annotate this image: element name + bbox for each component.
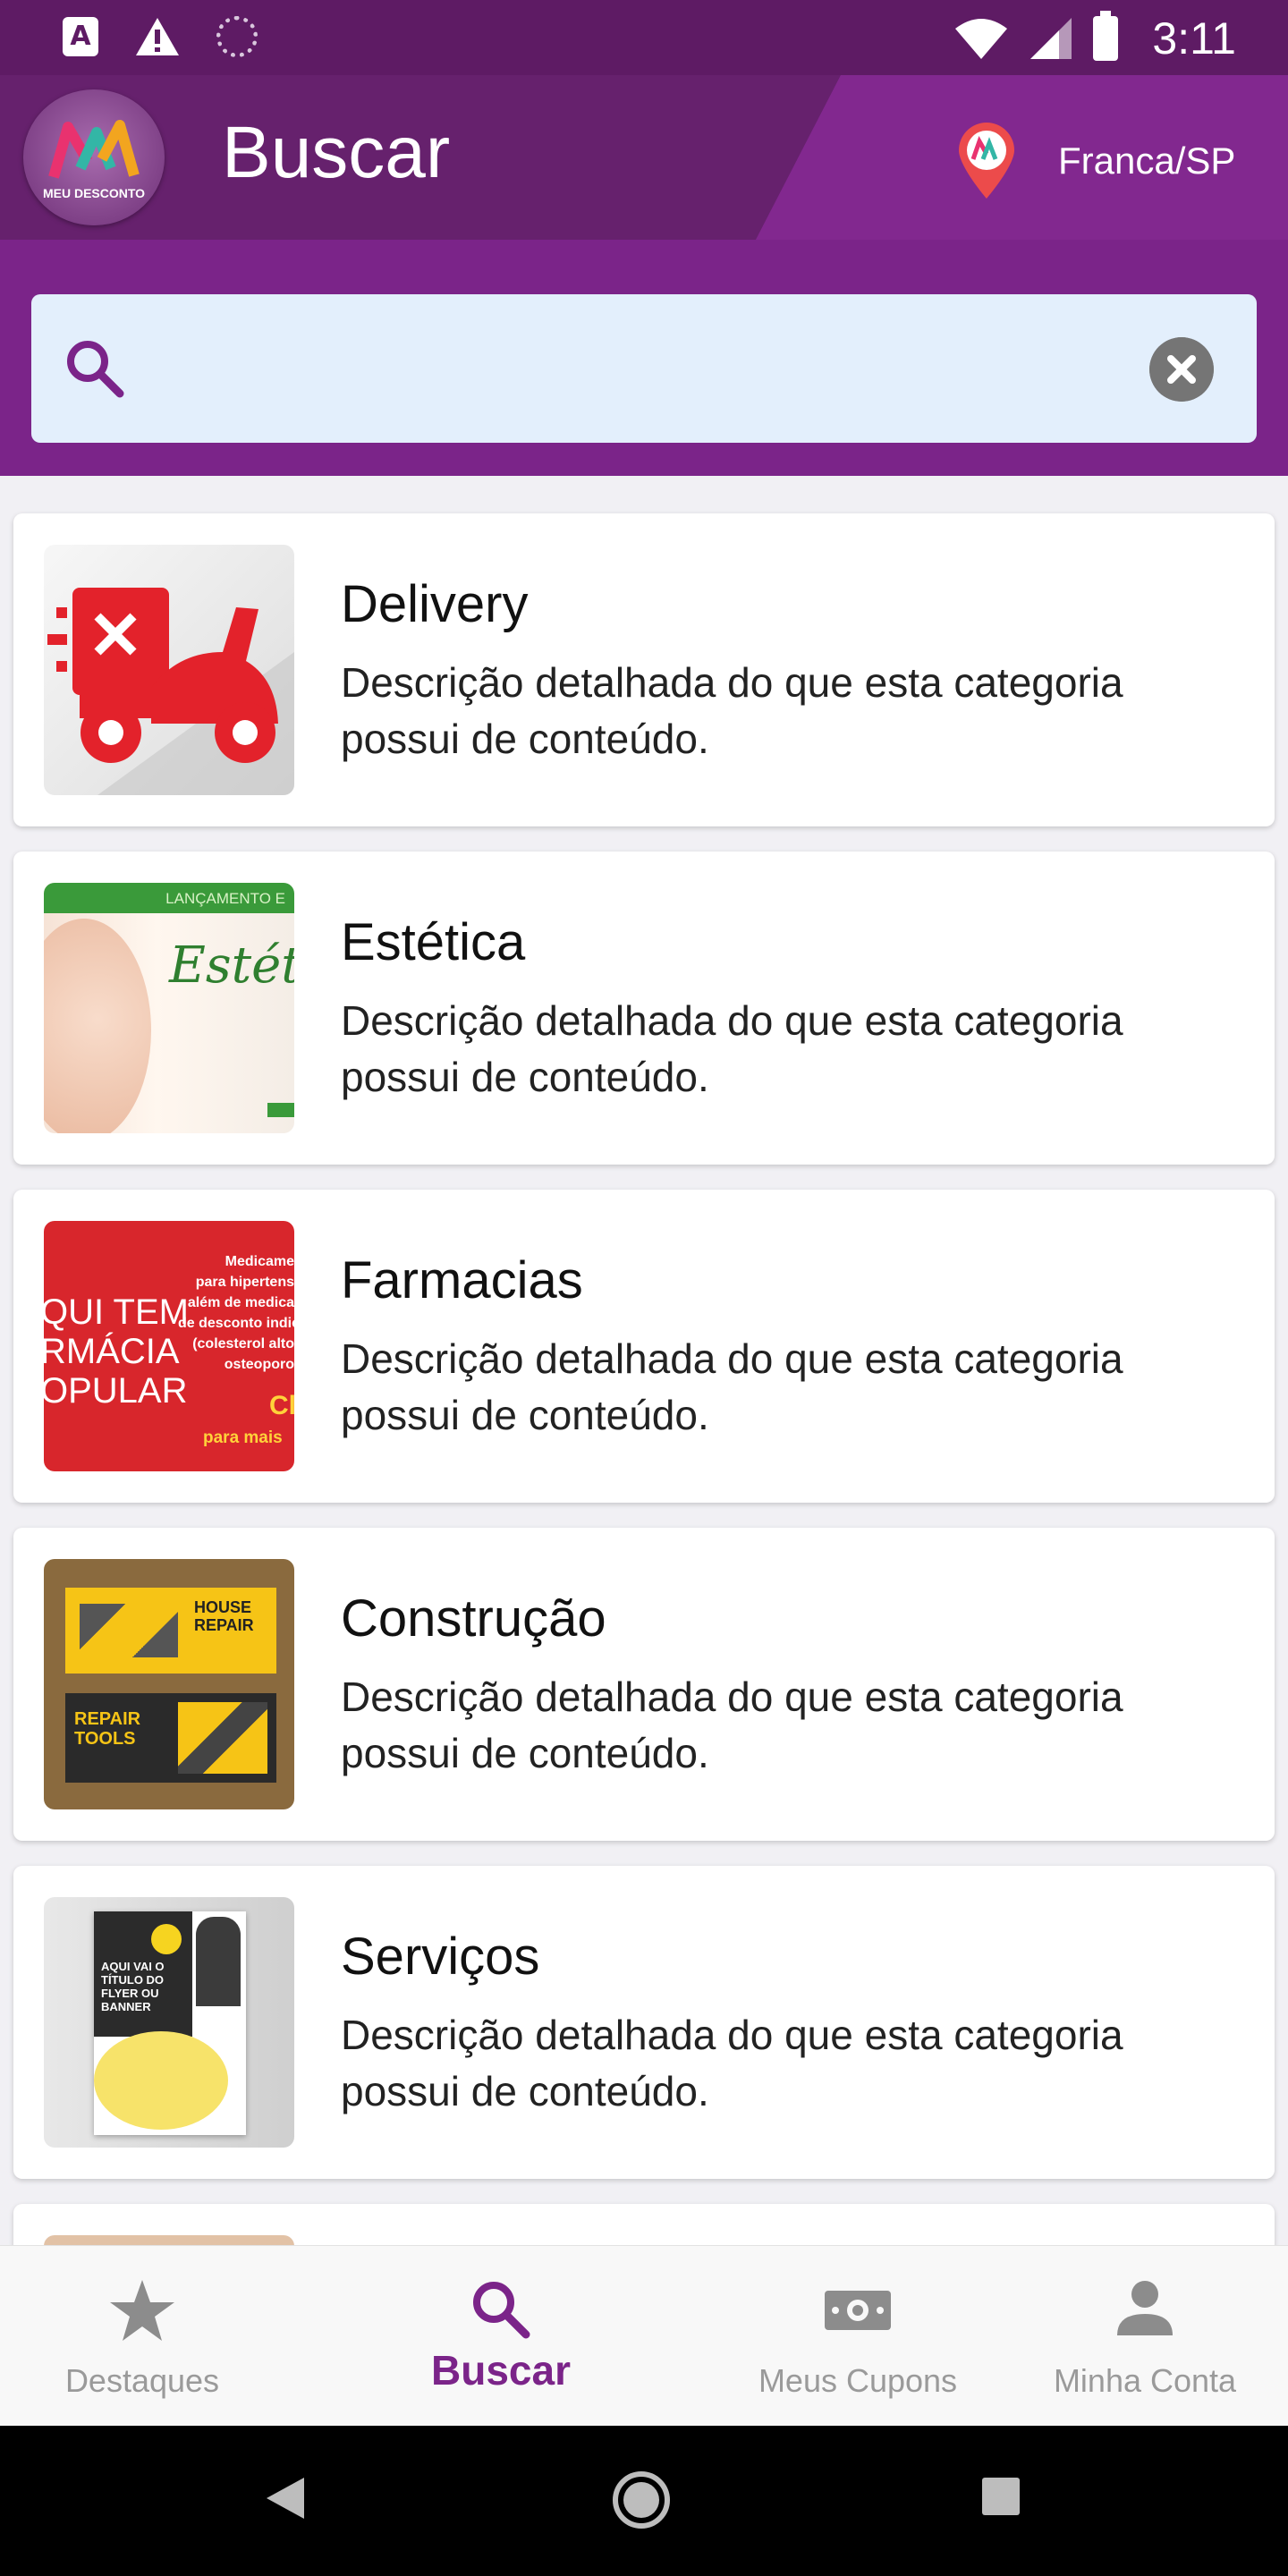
nav-label: Buscar xyxy=(431,2347,571,2394)
category-image-delivery xyxy=(44,545,294,795)
warning-icon xyxy=(136,18,179,55)
farmacia-right-text: Medicame para hipertens além de medica d… xyxy=(178,1254,294,1372)
sync-icon xyxy=(216,16,258,57)
app-header: MEU DESCONTO Buscar Franca/SP xyxy=(0,75,1288,476)
star-icon xyxy=(110,2280,174,2341)
battery-icon xyxy=(1093,11,1119,61)
nav-label: Meus Cupons xyxy=(758,2362,958,2399)
page-title: Buscar xyxy=(222,112,451,193)
farmacia-left-text: QUI TEM RMÁCIA OPULAR xyxy=(44,1292,189,1411)
nav-buscar[interactable]: Buscar xyxy=(358,2246,644,2427)
nav-destaques[interactable]: Destaques xyxy=(0,2246,284,2427)
category-title: Estética xyxy=(341,913,526,971)
search-icon xyxy=(473,2282,530,2339)
category-card-delivery[interactable]: Delivery Descrição detalhada do que esta… xyxy=(13,513,1275,826)
cell-signal-icon xyxy=(1030,18,1072,59)
category-description: Descrição detalhada do que esta categori… xyxy=(341,659,1123,762)
delivery-scooter-icon xyxy=(47,588,294,795)
status-bar: A 3:11 xyxy=(0,0,1288,75)
person-icon xyxy=(1117,2281,1173,2335)
recents-icon[interactable] xyxy=(980,2476,1021,2517)
category-description: Descrição detalhada do que esta categori… xyxy=(341,997,1123,1100)
category-card-construcao[interactable]: HOUSE REPAIR REPAIR TOOLS Construção Des… xyxy=(13,1528,1275,1841)
category-image-construcao: HOUSE REPAIR REPAIR TOOLS xyxy=(44,1559,294,1809)
category-title: Serviços xyxy=(341,1928,540,1986)
category-title: Farmacias xyxy=(341,1251,583,1309)
location-pin-icon[interactable] xyxy=(955,122,1018,200)
wifi-icon xyxy=(955,19,1008,59)
category-card-servicos[interactable]: AQUI VAI O TÍTULO DO FLYER OU BANNER Ser… xyxy=(13,1866,1275,2179)
category-title: Delivery xyxy=(341,575,529,633)
nav-minha-conta[interactable]: Minha Conta xyxy=(1011,2246,1279,2427)
category-image-estetica: LANÇAMENTO E Estéti xyxy=(44,883,294,1133)
category-title: Construção xyxy=(341,1589,606,1648)
home-icon[interactable] xyxy=(612,2470,671,2529)
category-description: Descrição detalhada do que esta categori… xyxy=(341,1335,1123,1438)
category-card-estetica[interactable]: LANÇAMENTO E Estéti Estética Descrição d… xyxy=(13,852,1275,1165)
search-bar xyxy=(31,294,1257,443)
logo-mark-icon xyxy=(48,120,140,179)
category-description: Descrição detalhada do que esta categori… xyxy=(341,2012,1123,2114)
nav-meus-cupons[interactable]: Meus Cupons xyxy=(716,2246,1000,2427)
category-image-farmacias: QUI TEM RMÁCIA OPULAR Medicame para hipe… xyxy=(44,1221,294,1471)
category-image-servicos: AQUI VAI O TÍTULO DO FLYER OU BANNER xyxy=(44,1897,294,2148)
clock: 3:11 xyxy=(1152,13,1236,64)
estetica-banner-text: LANÇAMENTO E xyxy=(44,883,294,913)
text-input-icon: A xyxy=(63,17,98,56)
category-list: Delivery Descrição detalhada do que esta… xyxy=(13,513,1275,2283)
category-card-farmacias[interactable]: QUI TEM RMÁCIA OPULAR Medicame para hipe… xyxy=(13,1190,1275,1503)
search-input[interactable] xyxy=(148,330,1105,407)
estetica-script-text: Estéti xyxy=(169,936,294,995)
search-icon xyxy=(67,341,124,398)
system-navigation-bar xyxy=(0,2426,1288,2576)
logo-text: MEU DESCONTO xyxy=(42,186,146,200)
money-icon xyxy=(825,2291,891,2330)
category-description: Descrição detalhada do que esta categori… xyxy=(341,1674,1123,1776)
back-icon[interactable] xyxy=(265,2476,306,2521)
nav-label: Minha Conta xyxy=(1053,2362,1237,2399)
clear-search-icon[interactable] xyxy=(1149,337,1214,402)
app-logo[interactable]: MEU DESCONTO xyxy=(23,89,165,225)
nav-label: Destaques xyxy=(64,2362,220,2399)
city-selector[interactable]: Franca/SP xyxy=(1058,140,1235,182)
bottom-navigation: Destaques Buscar Meus Cupons Minha Conta xyxy=(0,2245,1288,2426)
